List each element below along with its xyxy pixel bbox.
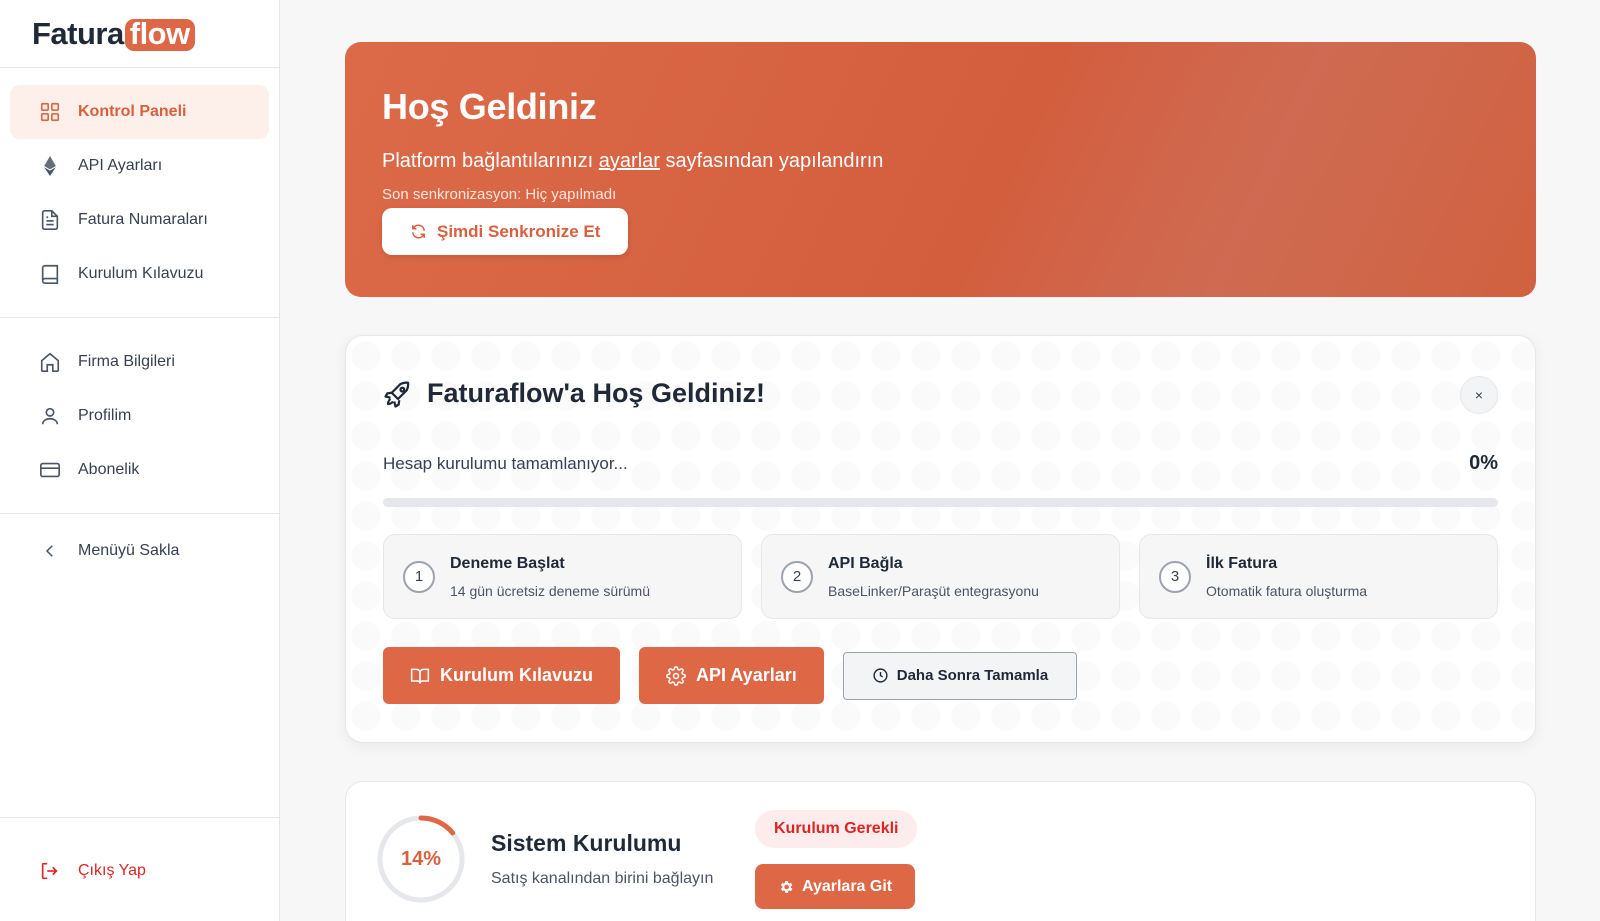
sidebar-item-label: Kurulum Kılavuzu <box>78 265 204 282</box>
sidebar-item-api-settings[interactable]: API Ayarları <box>10 139 269 193</box>
sync-now-button[interactable]: Şimdi Senkronize Et <box>382 208 629 255</box>
step-title: Deneme Başlat <box>450 554 565 572</box>
last-sync-text: Son senkronizasyon: Hiç yapılmadı <box>382 186 617 203</box>
ethereum-icon <box>38 154 62 178</box>
sidebar-item-label: API Ayarları <box>78 157 163 174</box>
gear-icon <box>666 665 686 686</box>
onboarding-title: Faturaflow'a Hoş Geldiniz! <box>427 378 765 408</box>
banner-subtitle: Platform bağlantılarınızı ayarlar sayfas… <box>382 150 1499 173</box>
gear-icon <box>778 879 794 895</box>
open-book-icon <box>410 666 430 686</box>
document-icon <box>38 208 62 232</box>
logo-text-accent: flow <box>124 18 195 51</box>
onboarding-steps: 1 Deneme Başlat 14 gün ücretsiz deneme s… <box>383 534 1498 619</box>
refresh-icon <box>410 223 427 240</box>
progress-percent: 0% <box>1469 452 1498 474</box>
nav-group-secondary: Firma Bilgileri Profilim Abonelik <box>0 318 279 514</box>
sidebar-item-subscription[interactable]: Abonelik <box>10 443 269 497</box>
sidebar-item-profile[interactable]: Profilim <box>10 389 269 443</box>
logo[interactable]: Fatura flow <box>0 0 279 68</box>
logo-text-main: Fatura <box>32 15 124 51</box>
step-card: 1 Deneme Başlat 14 gün ücretsiz deneme s… <box>383 534 742 619</box>
complete-later-label: Daha Sonra Tamamla <box>896 667 1049 684</box>
progress-bar <box>383 498 1498 507</box>
setup-guide-label: Kurulum Kılavuzu <box>440 665 594 685</box>
sidebar-item-label: Abonelik <box>78 461 140 478</box>
sidebar-item-label: Çıkış Yap <box>78 862 146 879</box>
logout-button[interactable]: Çıkış Yap <box>10 844 269 898</box>
sidebar-item-label: Menüyü Sakla <box>78 542 180 559</box>
step-description: 14 gün ücretsiz deneme sürümü <box>450 582 650 599</box>
system-setup-card: 14% Sistem Kurulumu Satış kanalından bir… <box>345 781 1536 921</box>
nav-group-collapse: Menüyü Sakla <box>0 514 279 594</box>
onboarding-actions: Kurulum Kılavuzu API Ayarları Daha Sonra… <box>383 647 1078 704</box>
rocket-icon <box>383 379 413 409</box>
complete-later-button[interactable]: Daha Sonra Tamamla <box>842 651 1078 700</box>
banner-subtitle-text: Platform bağlantılarınızı <box>382 150 599 172</box>
api-settings-button[interactable]: API Ayarları <box>639 647 824 704</box>
sidebar-item-invoice-numbers[interactable]: Fatura Numaraları <box>10 193 269 247</box>
step-card: 2 API Bağla BaseLinker/Paraşüt entegrasy… <box>761 534 1120 619</box>
close-button[interactable]: × <box>1460 376 1498 414</box>
onboarding-card: Faturaflow'a Hoş Geldiniz! × Hesap kurul… <box>345 335 1536 743</box>
banner-subtitle-text: sayfasından yapılandırın <box>659 150 884 172</box>
sidebar-item-label: Firma Bilgileri <box>78 353 175 370</box>
progress-row: Hesap kurulumu tamamlanıyor... 0% <box>383 452 1498 475</box>
banner-title: Hoş Geldiniz <box>382 86 597 127</box>
step-title: API Bağla <box>828 554 903 572</box>
settings-link[interactable]: ayarlar <box>599 150 660 172</box>
credit-card-icon <box>38 458 62 482</box>
book-icon <box>38 262 62 286</box>
sidebar: Fatura flow Kontrol Paneli API Ayarları F… <box>0 0 280 921</box>
sidebar-item-setup-guide[interactable]: Kurulum Kılavuzu <box>10 247 269 301</box>
sidebar-item-company-info[interactable]: Firma Bilgileri <box>10 335 269 389</box>
dashboard-grid-icon <box>38 100 62 124</box>
collapse-menu-button[interactable]: Menüyü Sakla <box>10 524 269 578</box>
go-to-settings-button[interactable]: Ayarlara Git <box>755 864 916 909</box>
step-description: Otomatik fatura oluşturma <box>1206 582 1368 599</box>
sync-now-label: Şimdi Senkronize Et <box>437 221 601 241</box>
setup-guide-button[interactable]: Kurulum Kılavuzu <box>383 647 621 704</box>
nav-group-primary: Kontrol Paneli API Ayarları Fatura Numar… <box>0 68 279 318</box>
step-title: İlk Fatura <box>1206 554 1278 572</box>
step-number: 3 <box>1159 560 1191 593</box>
sidebar-item-label: Kontrol Paneli <box>78 103 187 120</box>
sidebar-footer: Çıkış Yap <box>0 817 279 921</box>
step-description: BaseLinker/Paraşüt entegrasyonu <box>828 582 1039 599</box>
logout-icon <box>38 859 62 883</box>
setup-title: Sistem Kurulumu <box>491 830 682 856</box>
sidebar-item-label: Profilim <box>78 407 132 424</box>
step-card: 3 İlk Fatura Otomatik fatura oluşturma <box>1139 534 1498 619</box>
go-to-settings-label: Ayarlara Git <box>802 877 893 895</box>
step-number: 2 <box>781 560 813 593</box>
home-icon <box>38 350 62 374</box>
sidebar-item-label: Fatura Numaraları <box>78 211 208 228</box>
setup-subtitle: Satış kanalından birini bağlayın <box>491 870 714 887</box>
setup-percent: 14% <box>400 847 442 870</box>
sidebar-item-dashboard[interactable]: Kontrol Paneli <box>10 85 269 139</box>
api-settings-label: API Ayarları <box>696 665 797 685</box>
user-icon <box>38 404 62 428</box>
step-number: 1 <box>403 560 435 593</box>
onboarding-header: Faturaflow'a Hoş Geldiniz! <box>383 378 765 409</box>
chevron-left-icon <box>38 539 62 563</box>
status-badge: Kurulum Gerekli <box>755 810 918 848</box>
clock-icon <box>872 667 889 684</box>
progress-label: Hesap kurulumu tamamlanıyor... <box>383 453 628 473</box>
welcome-banner: Hoş Geldiniz Platform bağlantılarınızı a… <box>345 42 1536 297</box>
